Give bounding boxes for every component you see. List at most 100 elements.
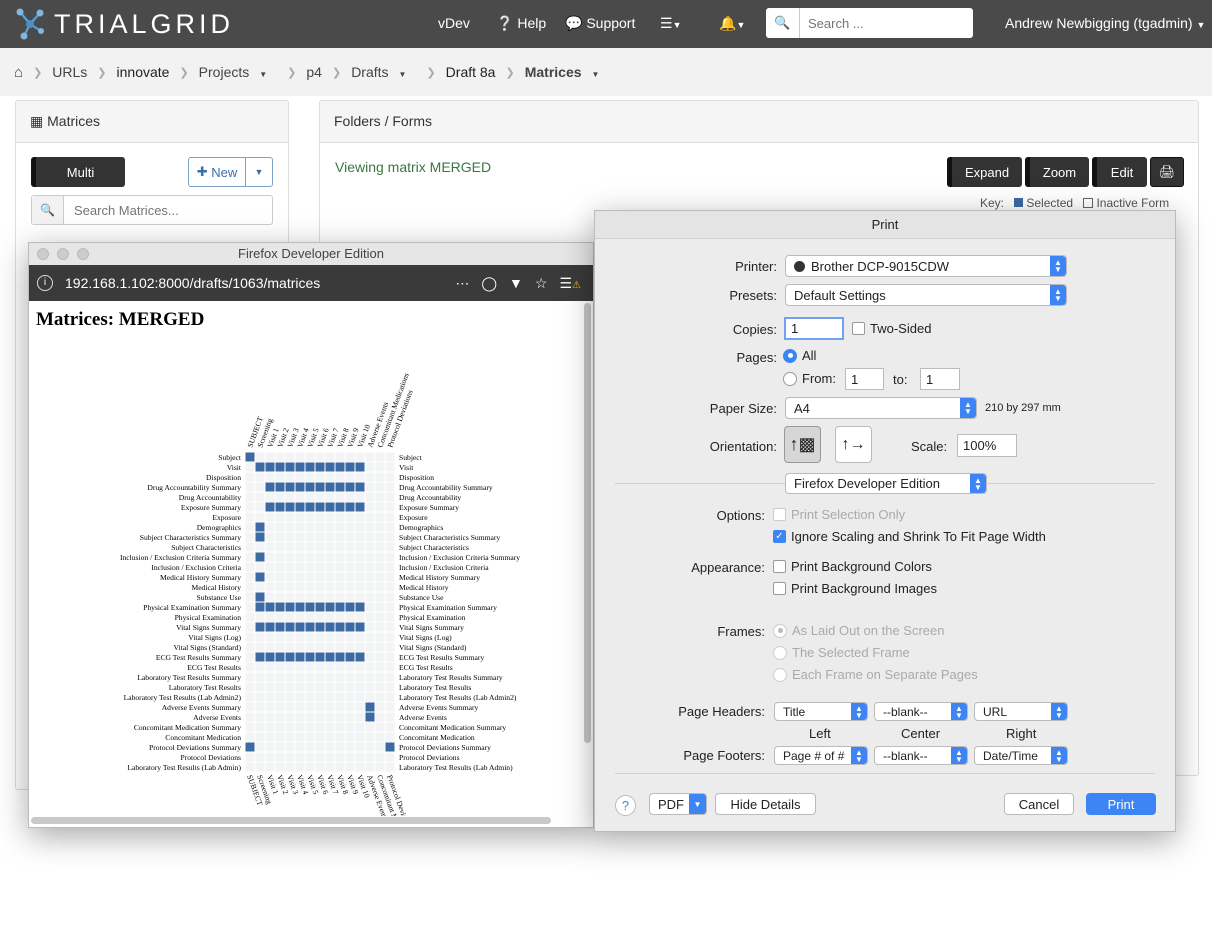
new-matrix-button[interactable]: ✚ New bbox=[188, 157, 246, 187]
expand-button[interactable]: Expand bbox=[947, 157, 1022, 187]
hide-details-button[interactable]: Hide Details bbox=[715, 793, 816, 815]
form-label-left: Vital Signs Summary bbox=[176, 623, 241, 632]
edit-button[interactable]: Edit bbox=[1092, 157, 1147, 187]
scale-input[interactable]: 100% bbox=[957, 434, 1017, 457]
notifications-menu[interactable]: 🔔▼ bbox=[719, 15, 745, 32]
search-icon[interactable]: 🔍 bbox=[766, 8, 800, 38]
presets-select[interactable]: Default Settings ▲ ▼ bbox=[785, 284, 1067, 306]
pdf-menu-button[interactable]: PDF ▼ bbox=[649, 793, 707, 815]
matrix-cell bbox=[345, 522, 355, 532]
cancel-button[interactable]: Cancel bbox=[1004, 793, 1074, 815]
minimize-window-icon[interactable] bbox=[57, 248, 69, 260]
pages-from-input[interactable]: 1 bbox=[845, 368, 884, 390]
breadcrumb-drafts[interactable]: Drafts ▼ bbox=[351, 64, 416, 80]
zoom-button[interactable]: Zoom bbox=[1025, 157, 1089, 187]
pages-from-radio[interactable]: From: bbox=[783, 371, 836, 386]
matrix-cell bbox=[245, 642, 255, 652]
support-link[interactable]: 💬 Support bbox=[565, 15, 635, 32]
matrix-cell bbox=[375, 492, 385, 502]
maximize-window-icon[interactable] bbox=[77, 248, 89, 260]
horizontal-scrollbar[interactable] bbox=[31, 817, 551, 824]
home-icon[interactable]: ⌂ bbox=[14, 64, 23, 81]
user-menu[interactable]: Andrew Newbigging (tgadmin) ▼ bbox=[1005, 15, 1205, 31]
matrix-cell bbox=[345, 762, 355, 772]
paper-size-select[interactable]: A4 ▲ ▼ bbox=[785, 397, 977, 419]
matrix-cell-selected bbox=[295, 622, 305, 632]
pages-all-radio[interactable]: All bbox=[783, 348, 816, 363]
form-label-left: Subject Characteristics Summary bbox=[140, 533, 241, 542]
matrix-cell-selected bbox=[295, 602, 305, 612]
matrix-cell bbox=[345, 732, 355, 742]
form-label-left: Drug Accountability Summary bbox=[147, 483, 241, 492]
print-confirm-button[interactable]: Print bbox=[1086, 793, 1156, 815]
matrix-cell bbox=[375, 502, 385, 512]
help-link[interactable]: ❔ Help bbox=[496, 15, 546, 32]
version-menu[interactable]: vDev bbox=[438, 15, 470, 31]
landscape-button[interactable]: ↑→ bbox=[835, 426, 872, 463]
printer-select[interactable]: Brother DCP-9015CDW ▲ ▼ bbox=[785, 255, 1067, 277]
pages-to-input[interactable]: 1 bbox=[920, 368, 960, 390]
matrix-cell bbox=[265, 662, 275, 672]
breadcrumb-p4[interactable]: p4 bbox=[306, 64, 322, 80]
matrix-cell bbox=[385, 542, 395, 552]
multi-button[interactable]: Multi bbox=[31, 157, 125, 187]
new-options-dropdown[interactable]: ▼ bbox=[245, 157, 273, 187]
form-label-left: Exposure Summary bbox=[181, 503, 241, 512]
matrix-cell bbox=[245, 532, 255, 542]
copies-input[interactable]: 1 bbox=[784, 317, 844, 340]
matrix-cell bbox=[315, 562, 325, 572]
hamburger-menu-icon[interactable]: ☰⚠ bbox=[559, 275, 581, 292]
form-label-left: Subject bbox=[218, 453, 242, 462]
more-icon[interactable]: ⋯ bbox=[455, 275, 469, 292]
print-bg-images-checkbox[interactable]: Print Background Images bbox=[773, 581, 937, 596]
pocket-icon[interactable]: ▼ bbox=[509, 275, 523, 291]
portrait-button[interactable]: ↑▩ bbox=[784, 426, 821, 463]
app-section-select[interactable]: Firefox Developer Edition ▲ ▼ bbox=[785, 473, 987, 494]
matrix-cell bbox=[265, 452, 275, 462]
header-right-select[interactable]: URL ▲ ▼ bbox=[974, 702, 1068, 721]
vertical-scrollbar[interactable] bbox=[584, 303, 591, 743]
breadcrumb-draft[interactable]: Draft 8a bbox=[446, 64, 496, 80]
matrix-cell bbox=[315, 712, 325, 722]
matrix-cell bbox=[355, 682, 365, 692]
matrix-cell bbox=[385, 672, 395, 682]
footer-center-select[interactable]: --blank-- ▲ ▼ bbox=[874, 746, 968, 765]
breadcrumb-innovate[interactable]: innovate bbox=[117, 64, 170, 80]
matrix-cell bbox=[285, 512, 295, 522]
print-button[interactable]: 🖨 bbox=[1150, 157, 1184, 187]
matrix-cell bbox=[255, 682, 265, 692]
footer-left-select[interactable]: Page # of # ▲ ▼ bbox=[774, 746, 868, 765]
matrix-cell bbox=[285, 532, 295, 542]
brand-logo[interactable]: TRIALGRID bbox=[14, 6, 234, 42]
frames-separate-radio[interactable]: Each Frame on Separate Pages bbox=[773, 667, 978, 682]
lightbulb-icon[interactable]: ◯ bbox=[481, 275, 497, 292]
matrix-cell bbox=[365, 472, 375, 482]
footer-right-select[interactable]: Date/Time ▲ ▼ bbox=[974, 746, 1068, 765]
star-icon[interactable]: ☆ bbox=[535, 275, 548, 292]
matrix-cell bbox=[245, 562, 255, 572]
breadcrumb-urls[interactable]: URLs bbox=[52, 64, 87, 80]
breadcrumb-projects[interactable]: Projects ▼ bbox=[199, 64, 278, 80]
header-left-select[interactable]: Title ▲ ▼ bbox=[774, 702, 868, 721]
two-sided-checkbox[interactable]: Two-Sided bbox=[852, 321, 931, 336]
url-bar[interactable]: 192.168.1.102:8000/drafts/1063/matrices bbox=[65, 275, 320, 291]
matrix-cell bbox=[275, 662, 285, 672]
frames-as-laid-out-radio[interactable]: As Laid Out on the Screen bbox=[773, 623, 944, 638]
matrix-cell-selected bbox=[355, 462, 365, 472]
header-center-select[interactable]: --blank-- ▲ ▼ bbox=[874, 702, 968, 721]
print-selection-only-checkbox[interactable]: Print Selection Only bbox=[773, 507, 905, 522]
breadcrumb-matrices[interactable]: Matrices ▼ bbox=[525, 64, 610, 80]
close-window-icon[interactable] bbox=[37, 248, 49, 260]
list-menu[interactable]: ☰▼ bbox=[660, 15, 681, 32]
matrix-search-input[interactable] bbox=[64, 196, 264, 224]
ignore-scaling-checkbox[interactable]: ✓ Ignore Scaling and Shrink To Fit Page W… bbox=[773, 529, 1046, 544]
matrix-cell bbox=[335, 662, 345, 672]
frames-selected-radio[interactable]: The Selected Frame bbox=[773, 645, 910, 660]
info-icon[interactable]: i bbox=[37, 275, 53, 291]
form-label-left: Exposure bbox=[212, 513, 241, 522]
matrix-cell bbox=[245, 592, 255, 602]
print-bg-colors-checkbox[interactable]: Print Background Colors bbox=[773, 559, 932, 574]
help-button[interactable]: ? bbox=[615, 795, 636, 816]
search-input[interactable] bbox=[800, 8, 970, 38]
legend-key: Key: Selected Inactive Form bbox=[980, 196, 1169, 210]
